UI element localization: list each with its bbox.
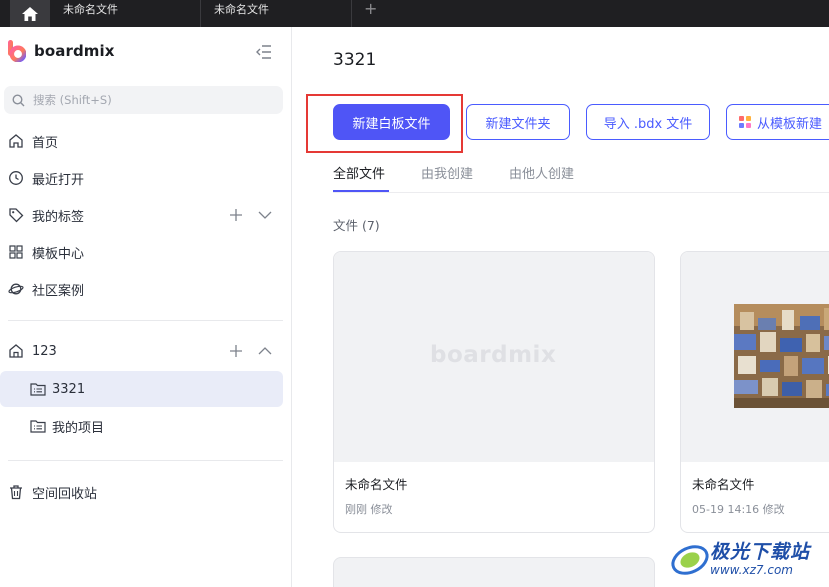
nav-item-trash[interactable]: 空间回收站 — [0, 474, 292, 510]
nav-item-community[interactable]: 社区案例 — [0, 271, 292, 307]
file-modified: 05-19 14:16 修改 — [692, 503, 785, 516]
file-filter-tabs: 全部文件 由我创建 由他人创建 — [333, 161, 829, 193]
page-title: 3321 — [333, 50, 377, 70]
space-folder-3321[interactable]: 3321 — [0, 371, 283, 407]
nav-item-recent[interactable]: 最近打开 — [0, 160, 292, 196]
expand-tags-button[interactable] — [258, 197, 272, 233]
brand-logo: boardmix — [8, 40, 115, 62]
chevron-down-icon — [258, 211, 272, 219]
sidebar-divider — [8, 320, 283, 321]
nav-label-recent: 最近打开 — [32, 172, 85, 188]
home-tab[interactable] — [10, 0, 50, 27]
brand-name: boardmix — [34, 42, 115, 60]
file-name: 未命名文件 — [345, 477, 408, 492]
space-folder-my-project[interactable]: 我的项目 — [0, 408, 283, 444]
main-content: 3321 新建白板文件 新建文件夹 导入 .bdx 文件 从模板新建 全部文件 … — [293, 27, 829, 587]
grid-icon — [8, 244, 24, 260]
files-count: 文件 (7) — [333, 218, 380, 233]
trash-icon — [8, 484, 24, 500]
nav-item-tags[interactable]: 我的标签 — [0, 197, 292, 233]
nav-item-templates[interactable]: 模板中心 — [0, 234, 292, 270]
window-tab-bar: 未命名文件 未命名文件 + — [0, 0, 829, 27]
active-tab-indicator — [333, 190, 389, 192]
new-folder-button[interactable]: 新建文件夹 — [466, 104, 570, 140]
search-placeholder: 搜索 (Shift+S) — [33, 93, 112, 107]
collapse-space-button[interactable] — [258, 333, 272, 369]
tag-icon — [8, 207, 24, 223]
nav-label-home: 首页 — [32, 135, 59, 151]
planet-icon — [8, 281, 24, 297]
folder-list-icon — [30, 418, 46, 434]
file-card[interactable]: boardmix 未命名文件 刚刚 修改 — [333, 251, 655, 533]
site-watermark-url: www.xz7.com — [710, 563, 793, 577]
collapse-icon — [256, 45, 271, 59]
sidebar: boardmix 搜索 (Shift+S) 首页 最近打开 我的标签 模板中心 … — [0, 27, 292, 587]
home-outline-icon — [8, 133, 24, 149]
import-bdx-button[interactable]: 导入 .bdx 文件 — [586, 104, 710, 140]
tab-all-files[interactable]: 全部文件 — [333, 163, 385, 182]
tab-created-by-others[interactable]: 由他人创建 — [509, 163, 574, 182]
space-label: 123 — [32, 343, 57, 359]
folder-label-my-project: 我的项目 — [52, 420, 105, 436]
new-from-template-button[interactable]: 从模板新建 — [726, 104, 829, 140]
city-photo-image — [734, 304, 829, 408]
add-to-space-button[interactable] — [229, 333, 243, 369]
nav-label-templates: 模板中心 — [32, 246, 85, 262]
template-icon — [739, 116, 751, 128]
nav-label-trash: 空间回收站 — [32, 486, 98, 502]
nav-label-tags: 我的标签 — [32, 209, 85, 225]
file-thumbnail — [681, 252, 829, 462]
document-tab-2[interactable]: 未命名文件 — [202, 0, 352, 27]
nav-label-community: 社区案例 — [32, 283, 85, 299]
site-watermark-name: 极光下载站 — [710, 541, 811, 563]
sidebar-divider — [8, 460, 283, 461]
file-name: 未命名文件 — [692, 477, 755, 492]
clock-icon — [8, 170, 24, 186]
file-card[interactable] — [333, 557, 655, 587]
folder-list-icon — [30, 381, 46, 397]
plus-icon — [230, 345, 242, 357]
space-icon — [8, 343, 24, 359]
plus-icon — [230, 209, 242, 221]
space-item-123[interactable]: 123 — [0, 333, 292, 369]
thumbnail-watermark: boardmix — [430, 342, 557, 368]
annotation-highlight-box — [306, 94, 463, 153]
search-icon — [12, 93, 25, 106]
tab-created-by-me[interactable]: 由我创建 — [421, 163, 473, 182]
boardmix-logo-icon — [8, 40, 26, 62]
document-tab-1[interactable]: 未命名文件 — [51, 0, 201, 27]
nav-item-home[interactable]: 首页 — [0, 123, 292, 159]
home-icon — [22, 6, 38, 21]
add-tag-button[interactable] — [229, 197, 243, 233]
file-modified: 刚刚 修改 — [345, 503, 393, 516]
folder-label-3321: 3321 — [52, 381, 86, 397]
file-thumbnail: boardmix — [334, 252, 654, 462]
search-input[interactable]: 搜索 (Shift+S) — [4, 86, 283, 114]
new-tab-button[interactable]: + — [364, 0, 377, 20]
file-card[interactable]: 未命名文件 05-19 14:16 修改 — [680, 251, 829, 533]
collapse-sidebar-button[interactable] — [256, 44, 272, 63]
new-from-template-label: 从模板新建 — [757, 116, 823, 132]
chevron-up-icon — [258, 347, 272, 355]
